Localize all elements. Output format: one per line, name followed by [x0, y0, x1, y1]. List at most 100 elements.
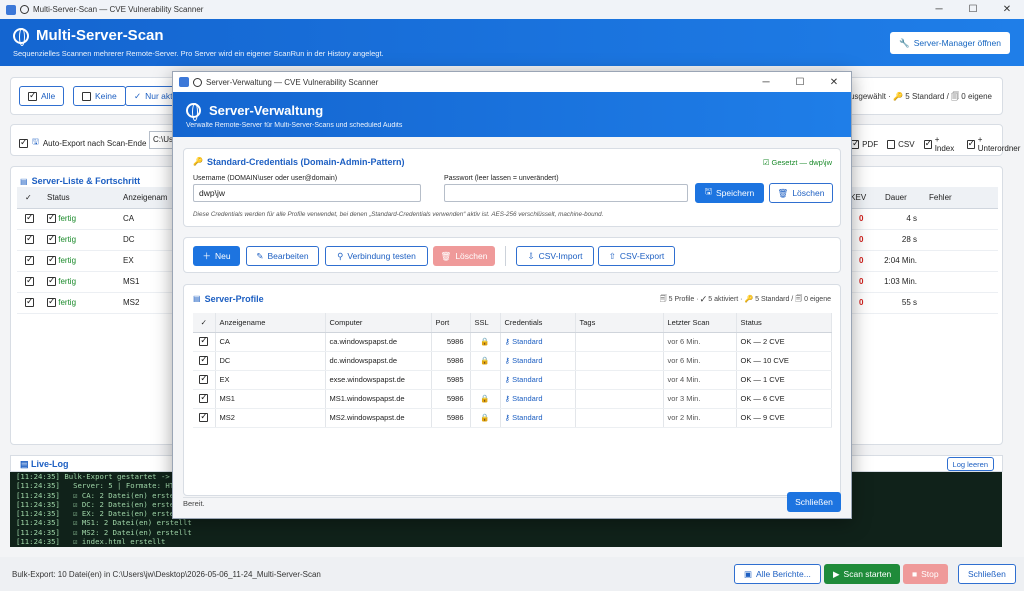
checkbox-icon: [82, 91, 91, 101]
profile-tags: [575, 351, 664, 371]
dialog-title: Server-Verwaltung: [209, 103, 324, 118]
stop-button[interactable]: ■ Stop: [903, 564, 948, 584]
globe-icon: [186, 103, 201, 121]
profile-row[interactable]: MS2MS2.windowspapst.de5986 🔒 ⚷ Standard vor…: [193, 408, 832, 428]
delete-profile-button[interactable]: 🗑 Löschen: [433, 246, 495, 266]
profile-row[interactable]: DCdc.windowspapst.de5986 🔒 ⚷ Standard vor 6…: [193, 351, 832, 371]
play-icon: ▶: [833, 568, 840, 579]
start-scan-button[interactable]: ▶ Scan starten: [824, 564, 901, 584]
row-checkbox[interactable]: [17, 208, 41, 230]
profile-row[interactable]: CAca.windowspapst.de5986 🔒 ⚷ Standard vor 6…: [193, 332, 832, 352]
list-icon: ▤: [20, 176, 28, 186]
key-icon: ⚷: [504, 394, 513, 403]
password-input[interactable]: [444, 184, 688, 202]
dialog-subtitle: Verwalte Remote-Server für Multi-Server-…: [186, 122, 403, 129]
clear-log-button[interactable]: Log leeren: [946, 457, 994, 471]
plus-icon: ＋: [202, 251, 211, 261]
server-icon: ▤: [193, 294, 201, 303]
main-header: Multi-Server-Scan Sequenzielles Scannen …: [0, 19, 1024, 66]
row-checkbox[interactable]: [17, 271, 41, 293]
profile-computer: MS2.windowspapst.de: [325, 408, 432, 428]
row-duration: 4 s: [881, 208, 923, 230]
profile-row[interactable]: EXexse.windowspapst.de5985 ⚷ Standard vor …: [193, 370, 832, 390]
live-log-title: ▤ Live-Log: [20, 459, 69, 469]
import-icon: ⇩: [527, 250, 535, 261]
profile-checkbox[interactable]: [193, 408, 216, 428]
profile-ssl: 🔒: [470, 389, 501, 409]
lock-icon: 🔒: [480, 356, 490, 365]
page-subtitle: Sequenzielles Scannen mehrerer Remote-Se…: [13, 49, 384, 58]
profile-credentials: ⚷ Standard: [500, 370, 576, 390]
minimize-icon[interactable]: ─: [922, 0, 956, 19]
pdf-checkbox[interactable]: [851, 138, 860, 149]
index-checkbox[interactable]: [923, 138, 932, 149]
close-icon[interactable]: ✕: [817, 72, 851, 92]
csv-checkbox[interactable]: [887, 139, 896, 149]
profile-checkbox[interactable]: [193, 389, 216, 409]
profile-tags: [575, 408, 664, 428]
export-options: PDF CSV + Index + Unterordner: [851, 135, 1021, 153]
dialog-close-button[interactable]: Schließen: [787, 492, 841, 512]
profile-port: 5986: [431, 408, 471, 428]
pencil-icon: ✎: [256, 250, 264, 261]
lock-icon: 🔒: [480, 413, 490, 422]
credentials-label: Standard: [512, 375, 543, 384]
key-icon: ⚷: [504, 413, 513, 422]
profile-row[interactable]: MS1MS1.windowspapst.de5986 🔒 ⚷ Standard vor…: [193, 389, 832, 409]
row-checkbox[interactable]: [17, 292, 41, 314]
maximize-icon[interactable]: ☐: [956, 0, 990, 19]
delete-credentials-button[interactable]: 🗑 Löschen: [769, 183, 833, 203]
save-button[interactable]: 🖫 Speichern: [695, 183, 764, 203]
select-all-button[interactable]: Alle: [19, 86, 65, 106]
profile-checkbox[interactable]: [193, 370, 216, 390]
profile-checkbox[interactable]: [193, 332, 216, 352]
test-connection-label: Verbindung testen: [347, 251, 416, 261]
test-connection-button[interactable]: ⚲ Verbindung testen: [325, 246, 428, 266]
toolbar-divider: [505, 246, 506, 266]
delete-credentials-label: Löschen: [792, 188, 825, 198]
row-duration: 28 s: [881, 229, 923, 251]
maximize-icon[interactable]: ☐: [783, 72, 817, 92]
checkbox-icon: [25, 275, 34, 287]
checkbox-icon: [199, 335, 209, 347]
lock-icon: 🔒: [480, 337, 490, 346]
globe-icon: [20, 5, 29, 14]
dialog-status: Bereit.: [183, 499, 205, 508]
close-icon[interactable]: ✕: [990, 0, 1024, 19]
minimize-icon[interactable]: ─: [749, 72, 783, 92]
csv-import-button[interactable]: ⇩ CSV-Import: [516, 246, 594, 266]
credentials-label: Standard: [512, 356, 543, 365]
row-checkbox[interactable]: [17, 250, 41, 272]
status-text: fertig: [58, 276, 77, 286]
edit-button[interactable]: ✎ Bearbeiten: [246, 246, 319, 266]
checkbox-icon: [199, 411, 209, 423]
col-ssl: SSL: [470, 313, 501, 333]
select-none-button[interactable]: Keine: [73, 86, 126, 106]
checkbox-icon: [25, 233, 34, 245]
col-port: Port: [431, 313, 471, 333]
profile-status: OK — 1 CVE: [736, 370, 832, 390]
col-duration: Dauer: [881, 187, 923, 209]
wrench-icon: 🔧: [899, 37, 910, 48]
profile-checkbox[interactable]: [193, 351, 216, 371]
index-label: + Index: [934, 135, 955, 153]
select-all-label: Alle: [41, 91, 56, 101]
csv-export-button[interactable]: ⇧ CSV-Export: [598, 246, 675, 266]
window-title: Multi-Server-Scan — CVE Vulnerability Sc…: [33, 5, 204, 14]
key-icon: ⚷: [504, 337, 513, 346]
close-button[interactable]: Schließen: [958, 564, 1016, 584]
auto-export-toggle[interactable]: 🖫 Auto-Export nach Scan-Ende: [19, 136, 146, 150]
col-status: Status: [41, 187, 119, 209]
username-input[interactable]: dwp\jw: [193, 184, 421, 202]
all-reports-button[interactable]: ▣ Alle Berichte...: [734, 564, 821, 584]
save-icon: 🖫: [704, 186, 712, 196]
save-label: Speichern: [715, 188, 755, 198]
subfolders-checkbox[interactable]: [966, 138, 975, 149]
server-manager-button[interactable]: 🔧 Server-Manager öffnen: [890, 32, 1010, 54]
new-button[interactable]: ＋ Neu: [193, 246, 240, 266]
checkbox-icon: [25, 296, 34, 308]
dialog-header: Server-Verwaltung Verwalte Remote-Server…: [173, 92, 851, 137]
col-name: Anzeigename: [215, 313, 326, 333]
row-checkbox[interactable]: [17, 229, 41, 251]
csv-label: CSV: [898, 139, 915, 149]
